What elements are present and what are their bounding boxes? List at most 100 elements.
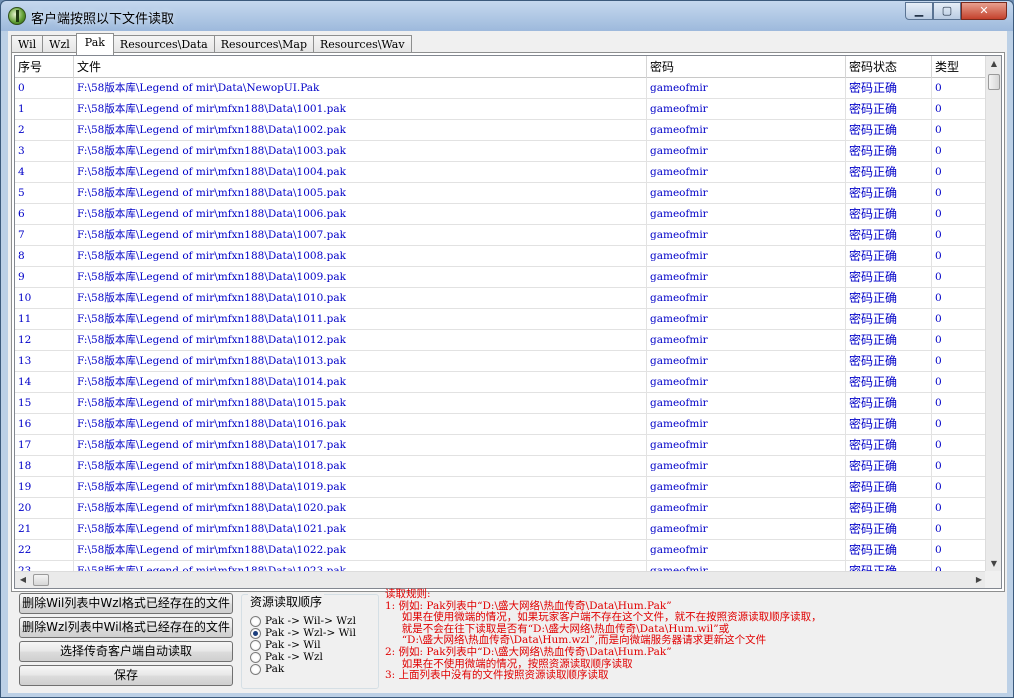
col-index-cell: 12 bbox=[15, 330, 74, 351]
table-row[interactable]: 10 F:\58版本库\Legend of mir\mfxn188\Data\10… bbox=[15, 288, 987, 309]
col-index-cell: 18 bbox=[15, 456, 74, 477]
vertical-scroll-thumb[interactable] bbox=[988, 74, 1000, 90]
col-password-cell: gameofmir bbox=[647, 162, 846, 183]
close-button[interactable]: ✕ bbox=[961, 2, 1007, 20]
col-file-cell: F:\58版本库\Legend of mir\mfxn188\Data\1007… bbox=[74, 225, 647, 246]
col-index-header[interactable]: 序号 bbox=[15, 56, 74, 78]
select-client-button[interactable]: 选择传奇客户端自动读取 bbox=[19, 641, 233, 662]
col-index-cell: 3 bbox=[15, 141, 74, 162]
table-row[interactable]: 13 F:\58版本库\Legend of mir\mfxn188\Data\10… bbox=[15, 351, 987, 372]
table-row[interactable]: 17 F:\58版本库\Legend of mir\mfxn188\Data\10… bbox=[15, 435, 987, 456]
col-type-cell: 0 bbox=[932, 120, 987, 141]
delete-wzl-button[interactable]: 删除Wzl列表中Wil格式已经存在的文件 bbox=[19, 617, 233, 638]
col-file-header[interactable]: 文件 bbox=[74, 56, 647, 78]
col-password-cell: gameofmir bbox=[647, 288, 846, 309]
resource-order-option[interactable]: Pak -> Wzl-> Wil bbox=[250, 627, 356, 639]
tab-panel: 序号 文件 密码 密码状态 类型 0 F:\58版本库\Legend of mir\Dat… bbox=[11, 52, 1005, 592]
col-file-cell: F:\58版本库\Legend of mir\mfxn188\Data\1019… bbox=[74, 477, 647, 498]
table-row[interactable]: 0 F:\58版本库\Legend of mir\Data\NewopUI.Pak… bbox=[15, 78, 987, 99]
col-password-header[interactable]: 密码 bbox=[647, 56, 846, 78]
col-type-cell: 0 bbox=[932, 330, 987, 351]
table-row[interactable]: 6 F:\58版本库\Legend of mir\mfxn188\Data\100… bbox=[15, 204, 987, 225]
col-password-status-cell: 密码正确 bbox=[846, 456, 932, 477]
table-row[interactable]: 7 F:\58版本库\Legend of mir\mfxn188\Data\100… bbox=[15, 225, 987, 246]
window-controls: ▁ ▢ ✕ bbox=[905, 2, 1007, 20]
col-index-cell: 4 bbox=[15, 162, 74, 183]
table-row[interactable]: 18 F:\58版本库\Legend of mir\mfxn188\Data\10… bbox=[15, 456, 987, 477]
col-file-cell: F:\58版本库\Legend of mir\mfxn188\Data\1015… bbox=[74, 393, 647, 414]
radio-unchecked-icon[interactable] bbox=[250, 639, 261, 651]
col-password-status-cell: 密码正确 bbox=[846, 162, 932, 183]
col-type-cell: 0 bbox=[932, 78, 987, 99]
scroll-up-icon[interactable]: ▲ bbox=[986, 56, 1001, 72]
table-row[interactable]: 9 F:\58版本库\Legend of mir\mfxn188\Data\100… bbox=[15, 267, 987, 288]
table-row[interactable]: 3 F:\58版本库\Legend of mir\mfxn188\Data\100… bbox=[15, 141, 987, 162]
col-file-cell: F:\58版本库\Legend of mir\mfxn188\Data\1017… bbox=[74, 435, 647, 456]
table-row[interactable]: 20 F:\58版本库\Legend of mir\mfxn188\Data\10… bbox=[15, 498, 987, 519]
col-file-cell: F:\58版本库\Legend of mir\mfxn188\Data\1020… bbox=[74, 498, 647, 519]
col-type-cell: 0 bbox=[932, 141, 987, 162]
tab-pak[interactable]: Pak bbox=[75, 33, 114, 55]
maximize-button[interactable]: ▢ bbox=[933, 2, 961, 20]
col-file-cell: F:\58版本库\Legend of mir\mfxn188\Data\1003… bbox=[74, 141, 647, 162]
table-row[interactable]: 15 F:\58版本库\Legend of mir\mfxn188\Data\10… bbox=[15, 393, 987, 414]
horizontal-scrollbar[interactable]: ◀ ▶ bbox=[15, 571, 987, 588]
col-type-cell: 0 bbox=[932, 519, 987, 540]
delete-wil-button[interactable]: 删除Wil列表中Wzl格式已经存在的文件 bbox=[19, 593, 233, 614]
col-password-status-cell: 密码正确 bbox=[846, 120, 932, 141]
table-row[interactable]: 4 F:\58版本库\Legend of mir\mfxn188\Data\100… bbox=[15, 162, 987, 183]
col-password-status-cell: 密码正确 bbox=[846, 78, 932, 99]
minimize-button[interactable]: ▁ bbox=[905, 2, 933, 20]
col-file-cell: F:\58版本库\Legend of mir\mfxn188\Data\1010… bbox=[74, 288, 647, 309]
col-password-cell: gameofmir bbox=[647, 498, 846, 519]
col-type-cell: 0 bbox=[932, 183, 987, 204]
col-type-cell: 0 bbox=[932, 372, 987, 393]
radio-unchecked-icon[interactable] bbox=[250, 651, 261, 663]
col-type-cell: 0 bbox=[932, 225, 987, 246]
col-password-cell: gameofmir bbox=[647, 267, 846, 288]
table-row[interactable]: 19 F:\58版本库\Legend of mir\mfxn188\Data\10… bbox=[15, 477, 987, 498]
col-index-cell: 22 bbox=[15, 540, 74, 561]
radio-unchecked-icon[interactable] bbox=[250, 663, 261, 675]
resource-order-option-label: Pak -> Wzl-> Wil bbox=[265, 627, 356, 639]
table-row[interactable]: 21 F:\58版本库\Legend of mir\mfxn188\Data\10… bbox=[15, 519, 987, 540]
radio-checked-icon[interactable] bbox=[250, 627, 261, 639]
table-row[interactable]: 8 F:\58版本库\Legend of mir\mfxn188\Data\100… bbox=[15, 246, 987, 267]
resource-order-option[interactable]: Pak -> Wil-> Wzl bbox=[250, 615, 356, 627]
col-password-status-cell: 密码正确 bbox=[846, 141, 932, 162]
table-row[interactable]: 16 F:\58版本库\Legend of mir\mfxn188\Data\10… bbox=[15, 414, 987, 435]
col-type-cell: 0 bbox=[932, 456, 987, 477]
vertical-scrollbar[interactable]: ▲ ▼ bbox=[985, 56, 1001, 572]
col-type-cell: 0 bbox=[932, 288, 987, 309]
col-password-status-cell: 密码正确 bbox=[846, 309, 932, 330]
title-bar[interactable]: 客户端按照以下文件读取 ▁ ▢ ✕ bbox=[1, 1, 1013, 31]
resource-order-option[interactable]: Pak -> Wil bbox=[250, 639, 321, 651]
table-row[interactable]: 22 F:\58版本库\Legend of mir\mfxn188\Data\10… bbox=[15, 540, 987, 561]
table-row[interactable]: 1 F:\58版本库\Legend of mir\mfxn188\Data\100… bbox=[15, 99, 987, 120]
scroll-down-icon[interactable]: ▼ bbox=[986, 556, 1001, 572]
col-type-header[interactable]: 类型 bbox=[932, 56, 987, 78]
col-password-status-header[interactable]: 密码状态 bbox=[846, 56, 932, 78]
table-row[interactable]: 5 F:\58版本库\Legend of mir\mfxn188\Data\100… bbox=[15, 183, 987, 204]
radio-unchecked-icon[interactable] bbox=[250, 615, 261, 627]
save-button[interactable]: 保存 bbox=[19, 665, 233, 686]
resource-order-option-label: Pak -> Wzl bbox=[265, 651, 323, 663]
col-password-cell: gameofmir bbox=[647, 519, 846, 540]
table-row[interactable]: 14 F:\58版本库\Legend of mir\mfxn188\Data\10… bbox=[15, 372, 987, 393]
horizontal-scroll-thumb[interactable] bbox=[33, 574, 49, 586]
col-index-cell: 21 bbox=[15, 519, 74, 540]
col-file-cell: F:\58版本库\Legend of mir\mfxn188\Data\1021… bbox=[74, 519, 647, 540]
col-index-cell: 6 bbox=[15, 204, 74, 225]
scroll-left-icon[interactable]: ◀ bbox=[15, 572, 31, 588]
col-file-cell: F:\58版本库\Legend of mir\mfxn188\Data\1022… bbox=[74, 540, 647, 561]
col-password-cell: gameofmir bbox=[647, 141, 846, 162]
resource-order-option[interactable]: Pak bbox=[250, 663, 284, 675]
resource-order-option[interactable]: Pak -> Wzl bbox=[250, 651, 323, 663]
col-password-cell: gameofmir bbox=[647, 540, 846, 561]
table-header: 序号 文件 密码 密码状态 类型 bbox=[15, 56, 987, 78]
file-list[interactable]: 序号 文件 密码 密码状态 类型 0 F:\58版本库\Legend of mir\Dat… bbox=[14, 55, 1002, 589]
col-file-cell: F:\58版本库\Legend of mir\Data\NewopUI.Pak bbox=[74, 78, 647, 99]
table-row[interactable]: 11 F:\58版本库\Legend of mir\mfxn188\Data\10… bbox=[15, 309, 987, 330]
table-row[interactable]: 2 F:\58版本库\Legend of mir\mfxn188\Data\100… bbox=[15, 120, 987, 141]
table-row[interactable]: 12 F:\58版本库\Legend of mir\mfxn188\Data\10… bbox=[15, 330, 987, 351]
